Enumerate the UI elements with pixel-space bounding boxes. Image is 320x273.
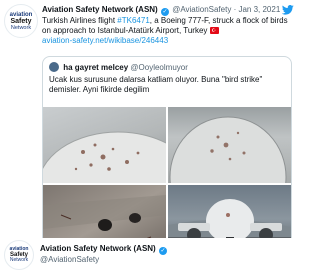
tweet-header: Aviation Safety Network (ASN) ✓ @Aviatio… (42, 4, 294, 16)
footer-author-handle[interactable]: @AviationSafety (40, 255, 99, 264)
turkey-flag-icon (209, 26, 219, 36)
tweet-text-line2-text: on approach to Istanbul-Atatürk Airport,… (42, 26, 208, 35)
quoted-author-name: ha gayret melcey (63, 63, 129, 72)
tweet-text-line1: Turkish Airlines flight #TK6471, a Boein… (42, 16, 292, 26)
quoted-author-handle: @Ooyleolmuyor (130, 63, 188, 72)
tweet: aviation Safety Network Aviation Safety … (0, 0, 300, 273)
article-link[interactable]: aviation-safety.net/wikibase/246443 (42, 36, 292, 46)
header-separator: · (233, 5, 237, 14)
photo-nose-damage-1[interactable] (43, 107, 166, 183)
footer-verified-badge-icon: ✓ (158, 247, 167, 255)
author-handle[interactable]: @AviationSafety (172, 5, 231, 14)
quoted-tweet[interactable]: ha gayret melcey @Ooyleolmuyor Ucak kus … (42, 56, 292, 261)
twitter-bird-icon[interactable] (282, 5, 294, 15)
tweet-text-line2: on approach to Istanbul-Atatürk Airport,… (42, 26, 292, 36)
footer-author-name-text: Aviation Safety Network (ASN) (40, 244, 156, 253)
avatar-line2: Safety (10, 17, 32, 25)
avatar[interactable]: aviation Safety Network (4, 4, 38, 38)
tweet-text: Turkish Airlines flight #TK6471, a Boein… (42, 16, 292, 46)
author-name[interactable]: Aviation Safety Network (ASN) (42, 5, 158, 14)
verified-badge-icon: ✓ (160, 8, 169, 16)
quoted-tweet-header: ha gayret melcey @Ooyleolmuyor (49, 62, 188, 73)
footer-avatar-line3: Network (9, 257, 29, 263)
footer-avatar[interactable]: aviation Safety Network (4, 240, 34, 270)
avatar-line3: Network (10, 24, 32, 31)
hashtag-link[interactable]: #TK6471 (117, 16, 149, 25)
quoted-avatar (49, 62, 59, 72)
quoted-text-line2: demisler. Ayni fikirde degilim (49, 85, 150, 94)
tweet-text-part2: , a Boeing 777-F, struck a flock of bird… (149, 16, 288, 25)
quoted-tweet-text: Ucak kus surusune dalarsa katliam oluyor… (49, 75, 287, 95)
quoted-text-line1: Ucak kus surusune dalarsa katliam oluyor… (49, 75, 263, 84)
account-row[interactable]: aviation Safety Network Aviation Safety … (4, 238, 296, 270)
footer-author-name[interactable]: Aviation Safety Network (ASN) ✓ (40, 244, 168, 255)
tweet-text-part1: Turkish Airlines flight (42, 16, 118, 25)
tweet-date[interactable]: Jan 3, 2021 (238, 5, 280, 14)
photo-nose-damage-2[interactable] (168, 107, 291, 183)
